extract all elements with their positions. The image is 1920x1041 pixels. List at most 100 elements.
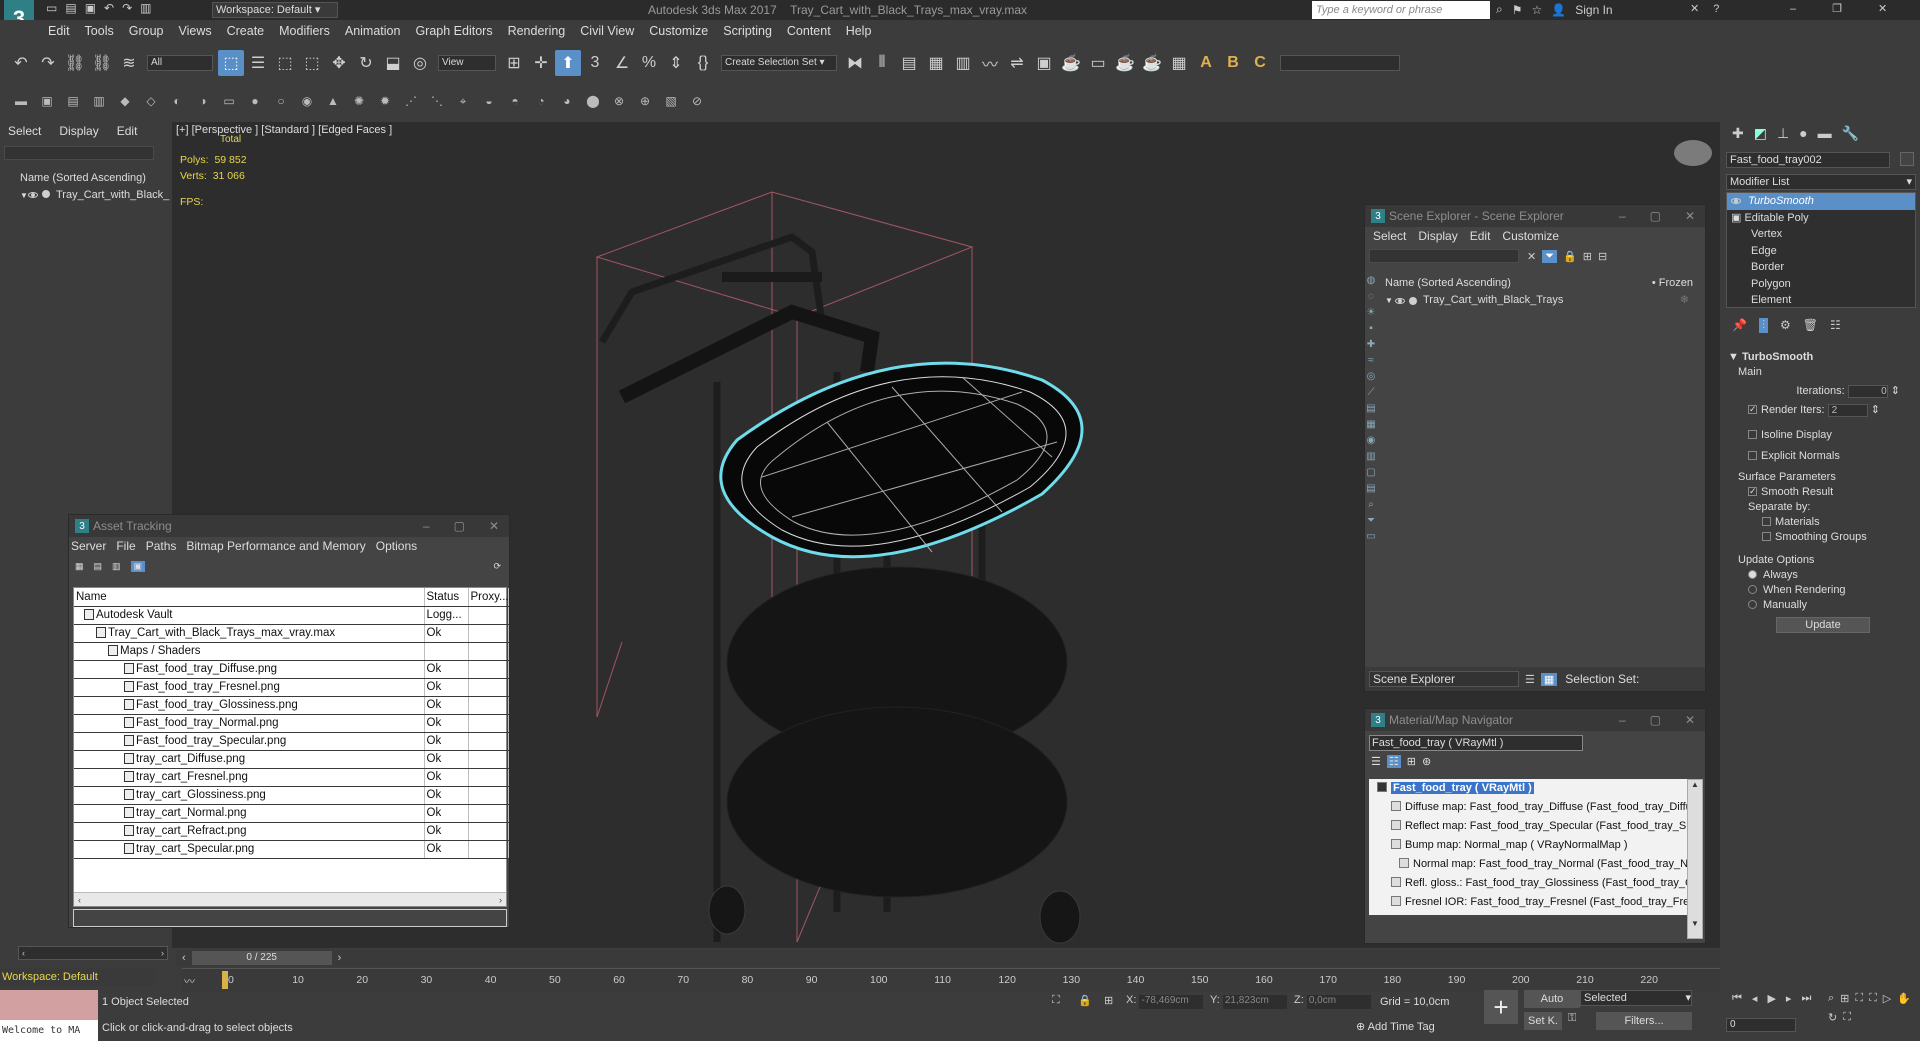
tool-27-icon[interactable]: ⊘ <box>686 90 708 112</box>
se-f8-icon[interactable]: ⟋ <box>1368 387 1375 398</box>
menu-tools[interactable]: Tools <box>85 24 114 38</box>
se-tree-header[interactable]: Name (Sorted Ascending) <box>1385 275 1511 292</box>
maxscript-mini-input[interactable]: Welcome to MA <box>0 1020 98 1041</box>
se-f1-icon[interactable]: ◍ <box>1367 275 1376 286</box>
mmn-titlebar[interactable]: 3 Material/Map Navigator – ▢ ✕ <box>1365 709 1705 731</box>
menu-edit[interactable]: Edit <box>48 24 70 38</box>
stack-turbosmooth[interactable]: TurboSmooth <box>1727 193 1915 210</box>
object-color-swatch[interactable] <box>1900 152 1914 166</box>
menu-rendering[interactable]: Rendering <box>508 24 566 38</box>
asset-row[interactable]: tray_cart_Specular.png Ok <box>74 840 509 859</box>
left-explorer-search[interactable] <box>4 146 154 160</box>
text-b-icon[interactable]: B <box>1220 50 1246 76</box>
material-editor-icon[interactable]: ▣ <box>1031 50 1057 76</box>
exchange-icon[interactable]: ✕ <box>1690 2 1699 15</box>
named-selection-dropdown[interactable]: Create Selection Set ▾ <box>721 55 837 71</box>
se-collapse-icon[interactable]: ⊟ <box>1598 250 1607 263</box>
viewcube-icon[interactable] <box>1674 140 1712 166</box>
visibility-eye-icon[interactable] <box>28 192 38 198</box>
key-mode-icon[interactable]: + <box>1484 990 1518 1024</box>
tool-21-icon[interactable]: ◔ <box>530 90 552 112</box>
auto-key-button[interactable]: Auto <box>1524 990 1580 1008</box>
time-slider[interactable]: ‹ 0 / 225 › <box>176 950 1720 966</box>
workspace-dropdown[interactable]: Workspace: Default ▾ <box>212 2 338 18</box>
make-unique-icon[interactable]: ⚙ <box>1780 318 1791 332</box>
zoom-all-icon[interactable]: ⊞ <box>1840 992 1849 1005</box>
mmn-item[interactable]: Normal map: Fast_food_tray_Normal (Fast_… <box>1369 855 1687 874</box>
se-menu-customize[interactable]: Customize <box>1502 229 1559 243</box>
se-menu-edit[interactable]: Edit <box>1470 229 1491 243</box>
asset-row[interactable]: Fast_food_tray_Specular.png Ok <box>74 732 509 751</box>
always-radio[interactable] <box>1748 570 1757 579</box>
tool-19-icon[interactable]: ◒ <box>478 90 500 112</box>
menu-scripting[interactable]: Scripting <box>723 24 772 38</box>
render-iterative-icon[interactable]: ☕ <box>1139 50 1165 76</box>
angle-snap-icon[interactable]: ∠ <box>609 50 635 76</box>
project-folder-icon[interactable]: ▥ <box>140 1 151 15</box>
at-view-2-icon[interactable]: ▤ <box>94 561 103 572</box>
add-time-tag[interactable]: ⊕ Add Time Tag <box>1356 1020 1435 1033</box>
asset-row[interactable]: Fast_food_tray_Normal.png Ok <box>74 714 509 733</box>
save-icon[interactable]: ▣ <box>85 1 96 15</box>
text-a-icon[interactable]: A <box>1193 50 1219 76</box>
se-f17-icon[interactable]: ▭ <box>1366 531 1375 542</box>
menu-modifiers[interactable]: Modifiers <box>279 24 330 38</box>
left-menu-display[interactable]: Display <box>59 124 98 138</box>
se-menu-display[interactable]: Display <box>1418 229 1457 243</box>
pin-stack-icon[interactable]: 📌 <box>1732 318 1747 332</box>
mmn-large-icons-icon[interactable]: ⊛ <box>1422 755 1431 768</box>
set-key-button[interactable]: Set K. <box>1524 1012 1562 1030</box>
at-refresh-icon[interactable]: ⟳ <box>493 561 501 572</box>
asset-row[interactable]: Fast_food_tray_Fresnel.png Ok <box>74 678 509 697</box>
at-maximize-icon[interactable]: ▢ <box>454 519 465 533</box>
menu-civil-view[interactable]: Civil View <box>580 24 634 38</box>
tool-7-icon[interactable]: ◐ <box>166 90 188 112</box>
text-c-icon[interactable]: C <box>1247 50 1273 76</box>
toolbar-dropdown[interactable] <box>1280 55 1400 71</box>
se-objects-icon[interactable]: ▦ <box>1540 672 1558 686</box>
minimize-icon[interactable]: – <box>1790 3 1796 15</box>
stack-edge[interactable]: Edge <box>1727 243 1915 260</box>
sign-in-link[interactable]: Sign In <box>1575 3 1612 17</box>
close-icon[interactable]: ✕ <box>1878 2 1887 15</box>
mmn-vscroll[interactable]: ▲ ▼ <box>1687 779 1703 939</box>
mmn-close-icon[interactable]: ✕ <box>1685 713 1695 727</box>
rect-selection-icon[interactable]: ⬚ <box>272 50 298 76</box>
tool-26-icon[interactable]: ▧ <box>660 90 682 112</box>
pivot-icon[interactable]: ⊞ <box>501 50 527 76</box>
se-f16-icon[interactable]: ⏷ <box>1367 515 1375 526</box>
at-view-4-icon[interactable]: ▣ <box>130 560 146 572</box>
tool-9-icon[interactable]: ▭ <box>218 90 240 112</box>
stack-polygon[interactable]: Polygon <box>1727 276 1915 293</box>
se-frozen-header[interactable]: • Frozen <box>1652 275 1701 292</box>
zoom-ext-all-icon[interactable]: ⛶ <box>1869 992 1877 1005</box>
se-maximize-icon[interactable]: ▢ <box>1650 209 1661 223</box>
tool-24-icon[interactable]: ⊗ <box>608 90 630 112</box>
stack-vertex[interactable]: Vertex <box>1727 226 1915 243</box>
tool-15-icon[interactable]: ✹ <box>374 90 396 112</box>
selection-filter-dropdown[interactable]: All <box>147 55 213 71</box>
rotate-icon[interactable]: ↻ <box>353 50 379 76</box>
render-iters-checkbox[interactable] <box>1748 402 1757 417</box>
se-menu-select[interactable]: Select <box>1373 229 1406 243</box>
se-f3-icon[interactable]: ☀ <box>1367 307 1376 318</box>
tab-motion-icon[interactable]: ● <box>1799 125 1807 141</box>
mmn-item[interactable]: Fresnel IOR: Fast_food_tray_Fresnel (Fas… <box>1369 893 1687 912</box>
prev-frame-icon[interactable]: ‹ <box>176 952 192 964</box>
configure-sets-icon[interactable]: ☷ <box>1830 318 1841 332</box>
zoom-icon[interactable]: ⌕ <box>1828 992 1834 1005</box>
goto-start-icon[interactable]: ⏮ <box>1732 992 1742 1005</box>
at-minimize-icon[interactable]: – <box>423 519 430 533</box>
tool-11-icon[interactable]: ○ <box>270 90 292 112</box>
user-icon[interactable]: 👤 <box>1551 3 1566 17</box>
render-bulb-icon[interactable] <box>42 190 50 198</box>
stack-editable-poly[interactable]: ▣ Editable Poly <box>1727 210 1915 227</box>
curve-editor-icon[interactable]: 〰 <box>977 50 1003 76</box>
tool-25-icon[interactable]: ⊕ <box>634 90 656 112</box>
mmn-maximize-icon[interactable]: ▢ <box>1650 713 1661 727</box>
link-icon[interactable]: ⛓ <box>62 50 88 76</box>
left-menu-select[interactable]: Select <box>8 124 41 138</box>
se-f12-icon[interactable]: ▥ <box>1366 451 1375 462</box>
tab-display-icon[interactable]: ▬ <box>1818 125 1832 141</box>
redo-icon[interactable]: ↷ <box>122 1 132 15</box>
